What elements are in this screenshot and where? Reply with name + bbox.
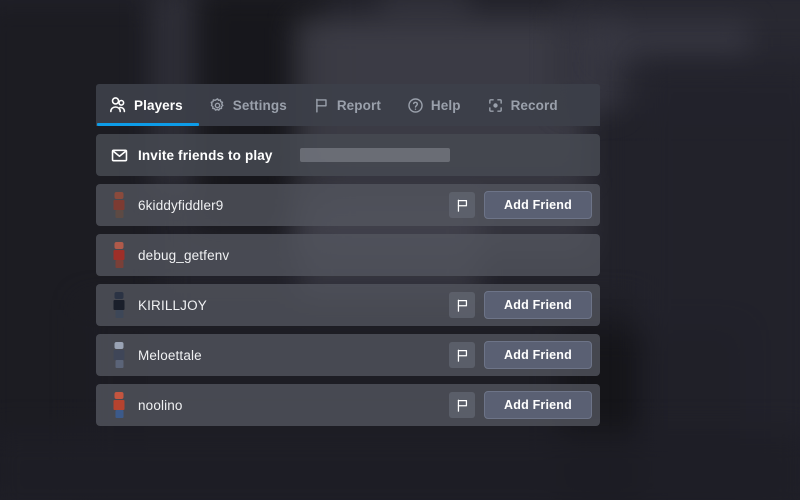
tab-bar: Players Settings Report Help Record: [96, 84, 600, 126]
flag-icon: [455, 298, 470, 313]
avatar: [104, 339, 134, 371]
add-friend-label: Add Friend: [504, 298, 572, 312]
add-friend-button[interactable]: Add Friend: [484, 291, 592, 319]
player-name: KIRILLJOY: [138, 297, 207, 313]
player-name: Meloettale: [138, 347, 202, 363]
avatar: [104, 239, 134, 271]
active-tab-underline: [97, 123, 199, 126]
background-shape: [600, 22, 750, 62]
player-row[interactable]: debug_getfenv: [96, 234, 600, 276]
gear-icon: [209, 97, 226, 114]
report-player-button[interactable]: [449, 292, 475, 318]
flag-icon: [455, 398, 470, 413]
add-friend-button[interactable]: Add Friend: [484, 341, 592, 369]
flag-icon: [455, 198, 470, 213]
background-shape: [380, 0, 470, 16]
envelope-icon: [104, 139, 134, 171]
player-name: noolino: [138, 397, 183, 413]
player-row[interactable]: Meloettale Add Friend: [96, 334, 600, 376]
report-player-button[interactable]: [449, 192, 475, 218]
player-row[interactable]: 6kiddyfiddler9 Add Friend: [96, 184, 600, 226]
question-icon: [407, 97, 424, 114]
tab-label: Settings: [232, 97, 287, 113]
avatar: [104, 189, 134, 221]
invite-friends-label: Invite friends to play: [138, 147, 273, 163]
add-friend-button[interactable]: Add Friend: [484, 191, 592, 219]
avatar: [104, 389, 134, 421]
tab-help[interactable]: Help: [395, 84, 475, 126]
tab-players[interactable]: Players: [96, 84, 197, 126]
add-friend-button[interactable]: Add Friend: [484, 391, 592, 419]
tab-settings[interactable]: Settings: [197, 84, 301, 126]
flag-icon: [313, 97, 330, 114]
player-list-panel: Players Settings Report Help Record Invite f…: [96, 84, 600, 426]
player-row[interactable]: KIRILLJOY Add Friend: [96, 284, 600, 326]
people-icon: [108, 96, 127, 115]
invite-placeholder-bar: [300, 148, 450, 162]
viewfinder-icon: [487, 97, 504, 114]
player-rows: Invite friends to play 6kiddyfiddler9 Add …: [96, 134, 600, 426]
tab-label: Players: [134, 97, 183, 113]
background-shape: [0, 430, 800, 500]
report-player-button[interactable]: [449, 392, 475, 418]
add-friend-label: Add Friend: [504, 198, 572, 212]
avatar: [104, 289, 134, 321]
add-friend-label: Add Friend: [504, 398, 572, 412]
tab-label: Record: [510, 97, 558, 113]
invite-friends-row[interactable]: Invite friends to play: [96, 134, 600, 176]
tab-record[interactable]: Record: [475, 84, 572, 126]
player-row[interactable]: noolino Add Friend: [96, 384, 600, 426]
tab-label: Help: [430, 97, 461, 113]
add-friend-label: Add Friend: [504, 348, 572, 362]
report-player-button[interactable]: [449, 342, 475, 368]
tab-report[interactable]: Report: [301, 84, 395, 126]
flag-icon: [455, 348, 470, 363]
player-name: 6kiddyfiddler9: [138, 197, 224, 213]
player-name: debug_getfenv: [138, 247, 230, 263]
tab-label: Report: [336, 97, 381, 113]
